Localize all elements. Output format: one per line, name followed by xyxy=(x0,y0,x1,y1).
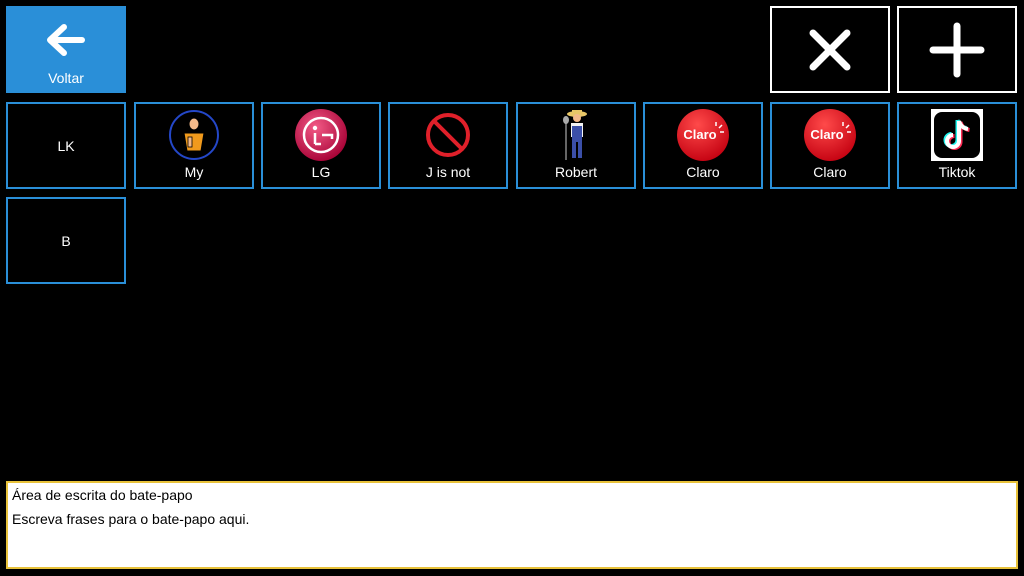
tile-lg[interactable]: LG xyxy=(261,102,381,189)
tile-b[interactable]: B xyxy=(6,197,126,284)
chat-area-placeholder: Escreva frases para o bate-papo aqui. xyxy=(12,511,250,527)
back-button[interactable]: Voltar xyxy=(6,6,126,93)
chat-area-title: Área de escrita do bate-papo xyxy=(12,487,193,503)
tile-label: Tiktok xyxy=(938,164,976,180)
farmer-person-icon xyxy=(549,108,603,162)
svg-text:Claro: Claro xyxy=(810,127,843,142)
tile-label: My xyxy=(184,164,204,180)
tile-claro-1[interactable]: Claro Claro xyxy=(643,102,763,189)
tile-label: J is not xyxy=(425,164,471,180)
close-icon xyxy=(809,29,851,70)
tile-label: B xyxy=(61,232,71,249)
tile-label: LK xyxy=(57,137,75,154)
tile-robert[interactable]: Robert xyxy=(516,102,636,189)
chat-input-area[interactable]: Área de escrita do bate-papo Escreva fra… xyxy=(6,481,1018,569)
tile-lk[interactable]: LK xyxy=(6,102,126,189)
tiktok-logo-icon xyxy=(930,108,984,162)
tile-j-is-not[interactable]: J is not xyxy=(388,102,508,189)
plus-icon xyxy=(929,22,985,77)
tile-tiktok[interactable]: Tiktok xyxy=(897,102,1017,189)
tile-claro-2[interactable]: Claro Claro xyxy=(770,102,890,189)
tile-my[interactable]: My xyxy=(134,102,254,189)
clear-button[interactable] xyxy=(770,6,890,93)
lg-logo-icon xyxy=(294,108,348,162)
prohibited-icon xyxy=(421,108,475,162)
claro-logo-icon: Claro xyxy=(803,108,857,162)
tile-label: LG xyxy=(311,164,331,180)
person-pointing-self-icon xyxy=(167,108,221,162)
back-button-label: Voltar xyxy=(48,70,84,86)
tile-label: Claro xyxy=(813,164,847,180)
claro-logo-icon: Claro xyxy=(676,108,730,162)
tile-label: Robert xyxy=(554,164,598,180)
svg-text:Claro: Claro xyxy=(683,127,716,142)
arrow-left-icon xyxy=(47,24,85,56)
add-button[interactable] xyxy=(897,6,1017,93)
tile-label: Claro xyxy=(686,164,720,180)
